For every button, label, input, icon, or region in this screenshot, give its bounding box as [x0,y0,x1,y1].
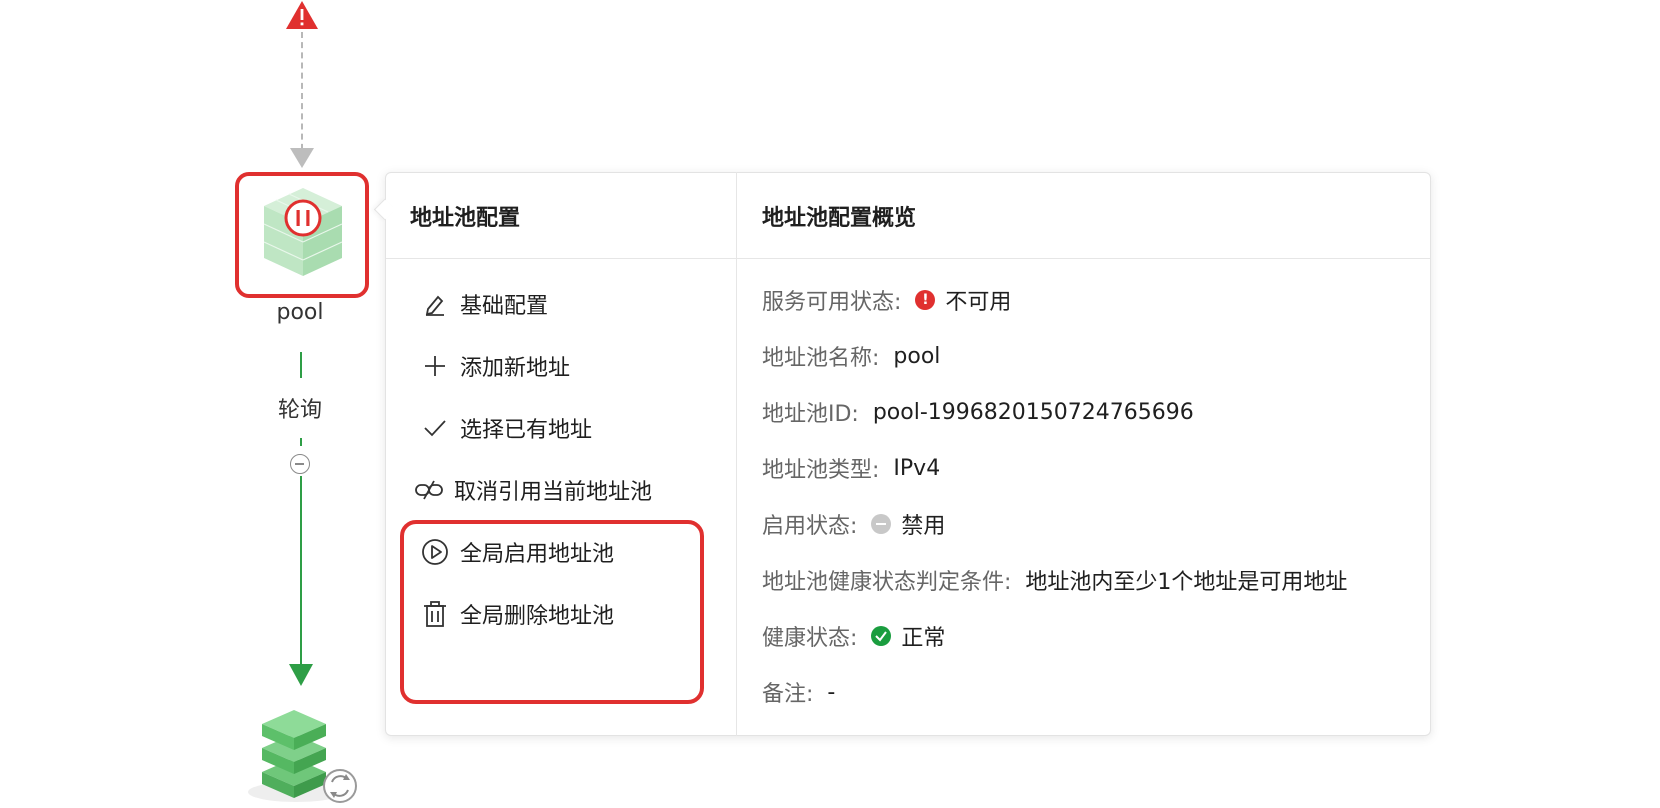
menu-item-label: 基础配置 [460,294,549,319]
overview-row-pool-type: 地址池类型: IPv4 [762,455,941,484]
minus-circle-icon[interactable] [290,454,310,474]
pool-node-label: pool [276,300,324,325]
overview-row-pool-name: 地址池名称: pool [762,343,941,372]
column-divider [736,172,737,736]
config-menu-title: 地址池配置 [410,206,521,231]
disabled-icon [871,514,892,534]
arrow-down-icon [290,148,314,168]
overview-row-health-status: 健康状态: 正常 [762,626,946,651]
overview-row-remark: 备注: - [762,679,836,708]
menu-item-label: 选择已有地址 [460,418,593,443]
error-icon: ! [915,290,936,310]
server-stack-icon [248,710,357,803]
menu-item-basic-config[interactable]: 基础配置 [420,287,548,321]
check-icon [420,413,450,443]
plus-icon [420,351,450,381]
flow-line [300,476,302,666]
flow-line [300,352,302,378]
menu-item-unlink-pool[interactable]: 取消引用当前地址池 [414,473,652,507]
menu-item-label: 取消引用当前地址池 [454,480,653,505]
menu-item-select-address[interactable]: 选择已有地址 [420,411,592,445]
success-icon [871,626,892,646]
algorithm-label: 轮询 [277,398,322,423]
arrow-down-icon [289,664,313,686]
dashed-connector [301,32,303,160]
menu-item-label: 添加新地址 [460,356,571,381]
overview-row-enable-status: 启用状态: 禁用 [762,514,946,539]
overview-row-health-condition: 地址池健康状态判定条件: 地址池内至少1个地址是可用地址 [762,570,1348,595]
header-divider [386,258,1430,259]
overview-row-pool-id: 地址池ID: pool-1996820150724765696 [762,399,1194,428]
flow-line [300,438,302,446]
unlink-icon [414,475,444,505]
overview-row-service-status: 服务可用状态: ! 不可用 [762,290,1012,315]
pool-paused-icon[interactable] [256,180,350,286]
menu-item-add-address[interactable]: 添加新地址 [420,349,570,383]
overview-title: 地址池配置概览 [762,206,917,231]
alert-triangle-icon [286,1,318,29]
edit-icon [420,289,450,319]
highlight-frame [400,520,704,704]
